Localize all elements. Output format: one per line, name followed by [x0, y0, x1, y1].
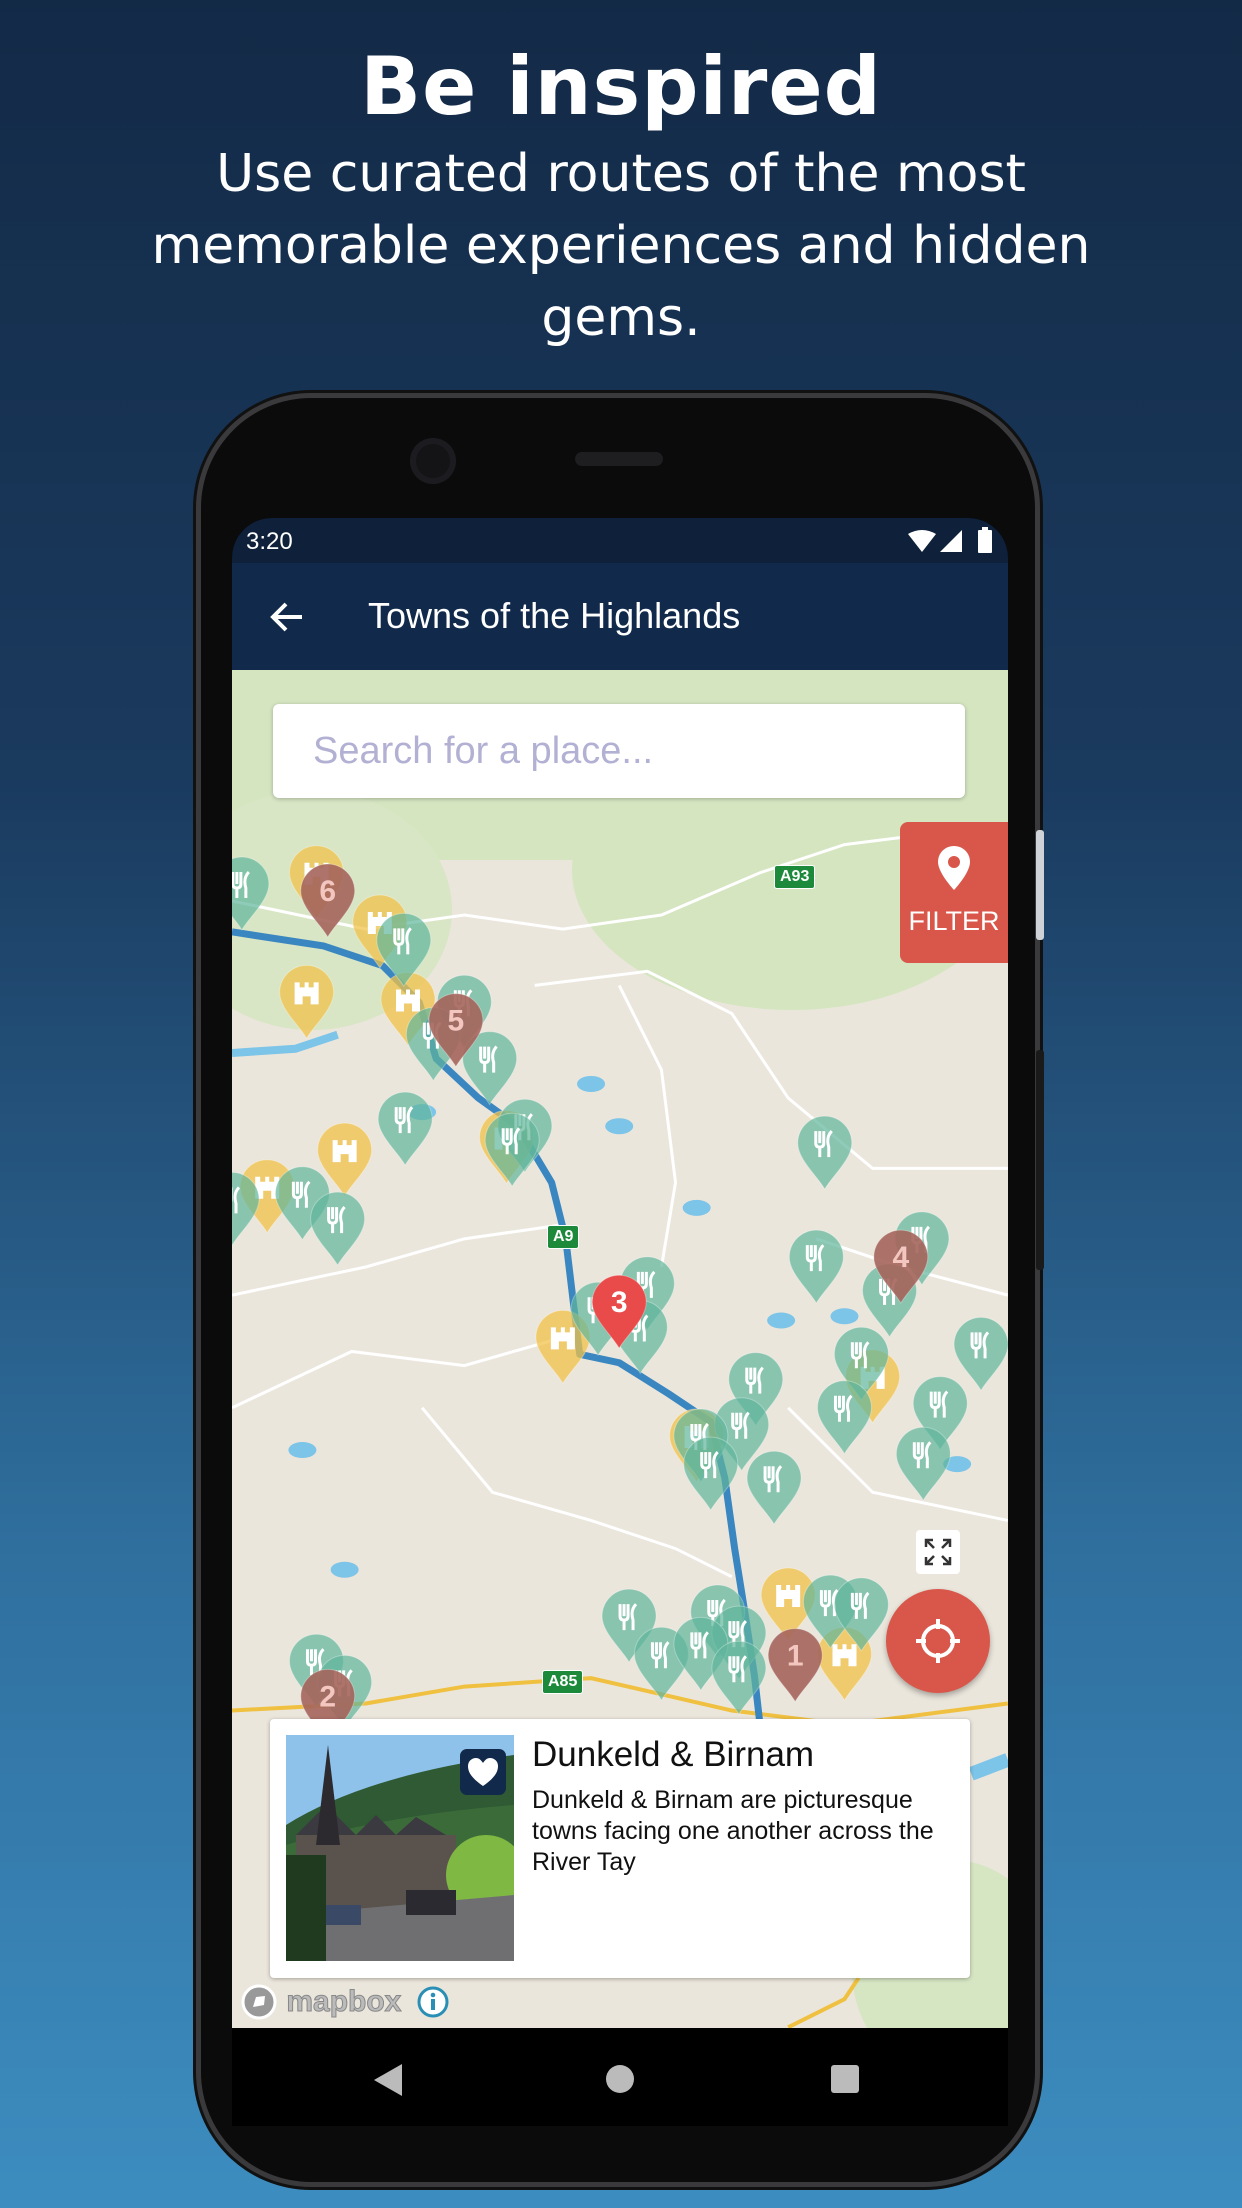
map-lake [605, 1118, 634, 1135]
battery-icon [978, 527, 992, 553]
filter-label: FILTER [908, 906, 1000, 936]
road-label-a9: A9 [547, 1225, 580, 1249]
expand-icon [924, 1538, 952, 1566]
heart-icon [468, 1758, 498, 1786]
map-view[interactable]: 1 2 3 4 5 6 A93 A9 A85 FILTER [232, 670, 1008, 2028]
road-label-a85: A85 [542, 1670, 584, 1694]
status-time: 3:20 [246, 528, 293, 555]
map-lake [682, 1199, 711, 1216]
search-input[interactable] [273, 704, 965, 798]
mapbox-logo-icon [241, 1984, 277, 2020]
map-lake [830, 1308, 859, 1325]
recents-icon[interactable] [831, 2065, 859, 2093]
home-icon[interactable] [605, 2064, 635, 2094]
map-pin-icon [938, 846, 970, 890]
mapbox-attribution[interactable]: mapbox [240, 1983, 450, 2023]
place-description: Dunkeld & Birnam are picturesque towns f… [532, 1786, 934, 1876]
road-label-a93: A93 [774, 865, 816, 889]
phone-volume-button [1036, 1050, 1044, 1270]
route-stop-number: 5 [448, 1005, 465, 1038]
promo-subline: Use curated routes of the most memorable… [151, 144, 1091, 348]
mapbox-wordmark: mapbox [286, 1985, 402, 2019]
status-bar: 3:20 [232, 518, 1008, 563]
route-stop-number: 2 [319, 1680, 336, 1713]
back-icon[interactable] [374, 2064, 404, 2096]
route-stop-number: 1 [787, 1640, 804, 1673]
system-nav-bar [232, 2028, 1008, 2126]
map-lake [330, 1561, 359, 1578]
page-title: Towns of the Highlands [368, 595, 741, 636]
map-lake [288, 1442, 317, 1459]
route-stop-number: 3 [611, 1286, 628, 1319]
route-stop-number: 6 [319, 875, 336, 908]
my-location-button[interactable] [886, 1589, 990, 1693]
wifi-icon [908, 530, 936, 552]
app-bar: Towns of the Highlands [232, 563, 1008, 670]
filter-button[interactable]: FILTER [900, 822, 1008, 963]
front-camera [410, 438, 456, 484]
favorite-button[interactable] [460, 1749, 506, 1795]
signal-icon [940, 530, 962, 552]
arrow-left-icon[interactable] [260, 589, 316, 645]
place-card[interactable]: Dunkeld & Birnam Dunkeld & Birnam are pi… [270, 1719, 970, 1978]
promo-headline: Be inspired [360, 40, 882, 133]
phone-power-button [1036, 830, 1044, 940]
info-icon[interactable] [416, 1985, 450, 2019]
map-lake [577, 1075, 606, 1092]
map-lake [767, 1312, 796, 1329]
place-title: Dunkeld & Birnam [532, 1735, 815, 1774]
crosshair-icon [916, 1619, 960, 1663]
earpiece-speaker [575, 452, 663, 466]
fullscreen-button[interactable] [916, 1530, 960, 1574]
phone-screen: 3:20 Towns of the Highlands 1 2 3 4 5 6 A93 A… [232, 518, 1008, 2126]
route-stop-number: 4 [892, 1241, 909, 1274]
